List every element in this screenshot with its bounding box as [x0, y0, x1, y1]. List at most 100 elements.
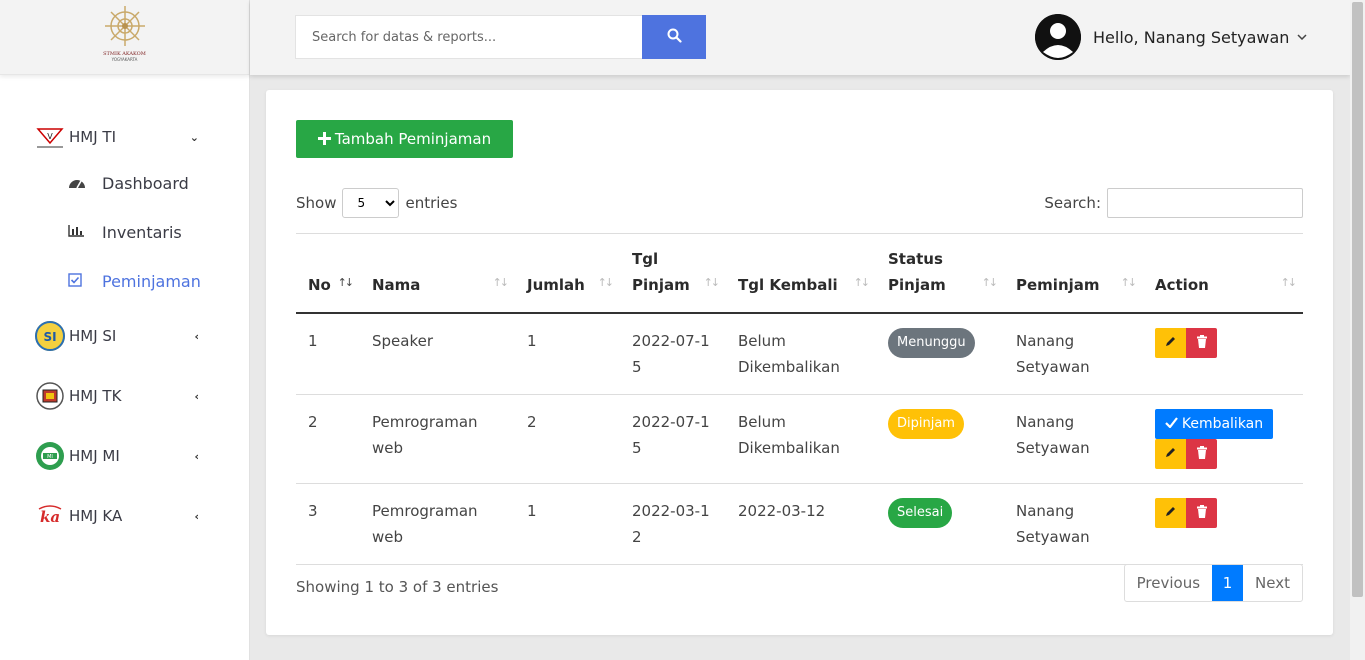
trash-icon	[1196, 446, 1208, 462]
scrollbar[interactable]	[1350, 0, 1365, 660]
sidebar-group-label: HMJ KA	[69, 507, 123, 525]
sidebar-menu: V HMJ TI ⌄ Dashboard Inventaris Peminjam…	[0, 75, 249, 546]
sort-icon: ↑↓	[1280, 276, 1298, 289]
sidebar-group-label: HMJ SI	[69, 327, 117, 345]
edit-button[interactable]	[1155, 328, 1186, 358]
col-nama[interactable]: Nama ↑↓	[360, 234, 515, 314]
sidebar-group-hmj-mi[interactable]: MI HMJ MI ‹	[0, 426, 249, 486]
status-badge: Menunggu	[888, 328, 975, 358]
col-action[interactable]: Action ↑↓	[1143, 234, 1303, 314]
svg-text:V: V	[47, 132, 53, 141]
col-tgl-kembali[interactable]: Tgl Kembali ↑↓	[726, 234, 876, 314]
cell-status: Menunggu	[876, 313, 1004, 395]
scrollbar-thumb[interactable]	[1352, 2, 1363, 597]
sidebar-group-label: HMJ TI	[69, 128, 116, 146]
search-input[interactable]	[295, 15, 642, 59]
pagination-page[interactable]: 1	[1212, 565, 1244, 601]
cell-tgl-pinjam: 2022-07-15	[632, 413, 710, 457]
sidebar-item-label: Dashboard	[102, 174, 189, 193]
hmj-mi-logo-icon: MI	[35, 441, 65, 471]
edit-button[interactable]	[1155, 439, 1186, 469]
col-peminjam[interactable]: Peminjam ↑↓	[1004, 234, 1143, 314]
avatar	[1035, 14, 1081, 60]
cell-no: 1	[308, 332, 318, 350]
user-greeting: Hello, Nanang Setyawan	[1093, 27, 1290, 47]
peminjaman-table: No ↑↓ Nama ↑↓ Jumlah ↑↓ Tgl Pinjam ↑↓ Tgl Ke…	[296, 233, 1303, 565]
cell-no: 3	[308, 502, 318, 520]
status-badge: Dipinjam	[888, 409, 964, 439]
kembalikan-button[interactable]: Kembalikan	[1155, 409, 1273, 439]
add-peminjaman-button[interactable]: Tambah Peminjaman	[296, 120, 513, 158]
sidebar-group-hmj-ka[interactable]: ka HMJ KA ‹	[0, 486, 249, 546]
user-menu[interactable]: Hello, Nanang Setyawan	[1035, 14, 1307, 60]
cell-tgl-pinjam: 2022-07-15	[632, 332, 710, 376]
svg-text:MI: MI	[47, 454, 53, 460]
pagination: Previous 1 Next	[1123, 564, 1303, 602]
hmj-tk-logo-icon	[35, 381, 65, 411]
sort-asc-icon: ↑↓	[337, 276, 355, 289]
plus-icon	[317, 129, 331, 150]
search-icon	[667, 28, 682, 46]
length-prefix: Show	[296, 194, 337, 212]
delete-button[interactable]	[1186, 439, 1217, 469]
delete-button[interactable]	[1186, 328, 1217, 358]
svg-text:ka: ka	[40, 508, 60, 526]
pencil-icon	[1164, 446, 1177, 462]
pencil-icon	[1164, 505, 1177, 521]
search-label: Search:	[1044, 194, 1101, 212]
delete-button[interactable]	[1186, 498, 1217, 528]
col-jumlah[interactable]: Jumlah ↑↓	[515, 234, 620, 314]
peminjaman-card: Tambah Peminjaman Show 5 entries Search:…	[266, 90, 1333, 635]
chevron-down-icon: ⌄	[189, 130, 199, 144]
sidebar-group-hmj-ti[interactable]: V HMJ TI ⌄	[0, 115, 249, 159]
cell-no: 2	[308, 413, 318, 431]
stmik-akakom-logo[interactable]: STMIK AKAKOM YOGYAKARTA	[97, 2, 153, 72]
sidebar-item-label: Peminjaman	[102, 272, 201, 291]
sidebar-item-label: Inventaris	[102, 223, 182, 242]
cell-action	[1143, 484, 1303, 565]
sort-icon: ↑↓	[703, 276, 721, 289]
col-tgl-pinjam[interactable]: Tgl Pinjam ↑↓	[620, 234, 726, 314]
hmj-si-logo-icon: SI	[35, 321, 65, 351]
cell-jumlah: 1	[527, 502, 537, 520]
sort-icon: ↑↓	[1120, 276, 1138, 289]
entries-select[interactable]: 5	[342, 188, 400, 218]
topbar: Hello, Nanang Setyawan	[250, 0, 1350, 75]
cell-tgl-kembali: 2022-03-12	[738, 502, 826, 520]
chevron-left-icon: ‹	[194, 389, 199, 403]
sidebar-group-hmj-tk[interactable]: HMJ TK ‹	[0, 366, 249, 426]
chevron-left-icon: ‹	[194, 449, 199, 463]
pencil-icon	[1164, 335, 1177, 351]
logo-area: STMIK AKAKOM YOGYAKARTA	[0, 0, 249, 75]
col-status-pinjam[interactable]: Status Pinjam ↑↓	[876, 234, 1004, 314]
pagination-previous[interactable]: Previous	[1125, 565, 1212, 601]
cell-nama: Pemrograman web	[372, 502, 478, 546]
cell-nama: Pemrograman web	[372, 413, 478, 457]
hmj-ka-logo-icon: ka	[35, 501, 65, 531]
check-icon	[1165, 416, 1178, 432]
add-button-label: Tambah Peminjaman	[334, 130, 492, 148]
chevron-down-icon	[1297, 32, 1307, 43]
cell-status: Dipinjam	[876, 395, 1004, 484]
sidebar-item-dashboard[interactable]: Dashboard	[0, 159, 249, 208]
cell-tgl-kembali: Belum Dikembalikan	[738, 332, 840, 376]
search-button[interactable]	[642, 15, 706, 59]
edit-button[interactable]	[1155, 498, 1186, 528]
sidebar: STMIK AKAKOM YOGYAKARTA V HMJ TI ⌄ Dashb…	[0, 0, 250, 660]
col-no[interactable]: No ↑↓	[296, 234, 360, 314]
table-info: Showing 1 to 3 of 3 entries	[296, 578, 499, 596]
sidebar-group-hmj-si[interactable]: SI HMJ SI ‹	[0, 306, 249, 366]
table-row: 1 Speaker 1 2022-07-15 Belum Dikembalika…	[296, 313, 1303, 395]
status-badge: Selesai	[888, 498, 953, 528]
cell-action	[1143, 313, 1303, 395]
sidebar-item-inventaris[interactable]: Inventaris	[0, 208, 249, 257]
table-filter: Search:	[1044, 188, 1303, 218]
pagination-next[interactable]: Next	[1243, 565, 1302, 601]
table-search-input[interactable]	[1107, 188, 1303, 218]
sort-icon: ↑↓	[597, 276, 615, 289]
table-row: 2 Pemrograman web 2 2022-07-15 Belum Dik…	[296, 395, 1303, 484]
sidebar-item-peminjaman[interactable]: Peminjaman	[0, 257, 249, 306]
table-row: 3 Pemrograman web 1 2022-03-12 2022-03-1…	[296, 484, 1303, 565]
length-suffix: entries	[405, 194, 458, 212]
sort-icon: ↑↓	[981, 276, 999, 289]
